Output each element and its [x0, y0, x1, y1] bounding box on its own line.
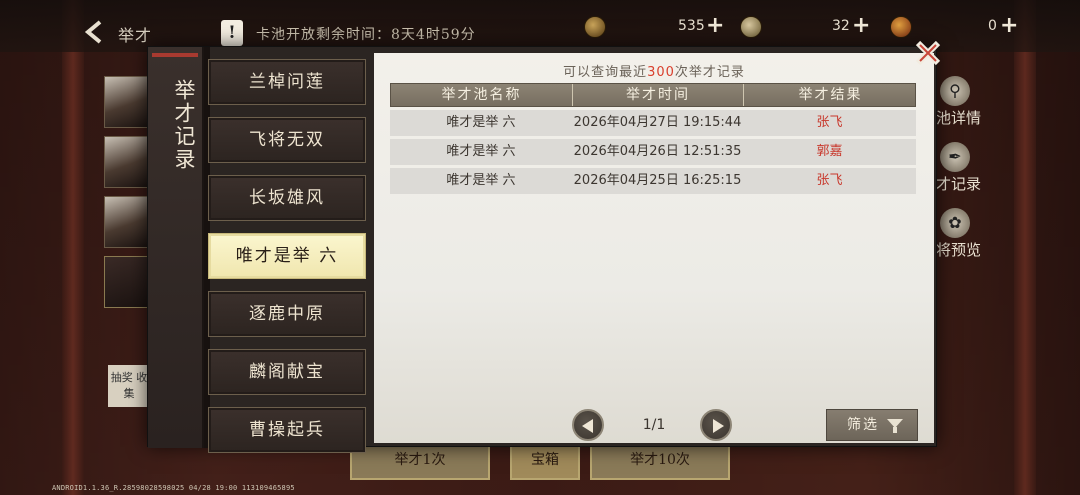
currency-tokens: 0 + — [890, 15, 1030, 38]
record-table: 举才池名称 举才时间 举才结果 唯才是举 六 2026年04月27日 19:15… — [390, 83, 916, 194]
filter-label: 筛选 — [847, 417, 879, 433]
column-header-time: 举才时间 — [573, 84, 744, 106]
chevron-left-icon — [582, 419, 593, 433]
token-icon — [890, 16, 912, 38]
next-page-button[interactable] — [700, 409, 732, 441]
hint-prefix: 可以查询最近 — [563, 65, 648, 80]
dialog-spine: 举才记录 — [148, 47, 204, 448]
character-portrait[interactable] — [104, 76, 150, 128]
cell-result: 郭嘉 — [816, 144, 843, 159]
character-portrait[interactable] — [104, 136, 150, 188]
cell-result: 张飞 — [816, 173, 843, 188]
character-portrait[interactable] — [104, 256, 150, 308]
cell-pool: 唯才是举 六 — [446, 115, 516, 130]
brush-icon: ✒ — [940, 142, 970, 172]
pool-details-label: 池详情 — [936, 109, 982, 127]
background-pillar — [1014, 0, 1036, 495]
tab-pool-4-active[interactable]: 唯才是举 六 — [208, 233, 366, 279]
character-portrait[interactable] — [104, 196, 150, 248]
spine-accent — [152, 53, 198, 57]
cell-pool: 唯才是举 六 — [446, 144, 516, 159]
version-text: ANDROID1.1.36_R.28598028598025 04/28 19:… — [52, 484, 295, 492]
cell-result: 张飞 — [816, 115, 843, 130]
column-header-result: 举才结果 — [798, 87, 863, 103]
gem-icon — [740, 16, 762, 38]
add-coins-button[interactable]: + — [706, 15, 724, 37]
pagination: 1/1 筛选 — [374, 409, 934, 441]
draw-record-dialog: 举才记录 兰棹问莲 飞将无双 长坂雄风 唯才是举 六 逐鹿中原 麟阁献宝 曹操起… — [147, 46, 937, 453]
page-title: 举才 — [118, 26, 153, 45]
table-row: 唯才是举 六 2026年04月25日 16:25:15 张飞 — [390, 168, 916, 194]
token-count: 0 — [988, 18, 997, 34]
currency-coins: 535 + — [584, 15, 724, 38]
record-panel: 可以查询最近300次举才记录 举才池名称 举才时间 举才结果 唯才是举 六 20… — [374, 53, 934, 443]
cell-time: 2026年04月27日 19:15:44 — [573, 115, 742, 130]
general-preview-label: 将预览 — [936, 241, 982, 259]
swirl-icon: ✿ — [940, 208, 970, 238]
funnel-icon — [893, 427, 897, 433]
record-hint: 可以查询最近300次举才记录 — [374, 61, 934, 80]
chevron-right-icon — [713, 419, 724, 433]
lottery-collect-badge[interactable]: 抽奖 收集 — [108, 365, 150, 407]
table-row: 唯才是举 六 2026年04月27日 19:15:44 张飞 — [390, 110, 916, 136]
tab-pool-7[interactable]: 曹操起兵 — [208, 407, 366, 453]
records-button[interactable]: ✒ 才记录 — [928, 142, 998, 208]
cell-pool: 唯才是举 六 — [446, 173, 516, 188]
notice-icon[interactable]: ! — [221, 20, 243, 46]
general-preview-button[interactable]: ✿ 将预览 — [928, 208, 998, 274]
tab-pool-5[interactable]: 逐鹿中原 — [208, 291, 366, 337]
add-gems-button[interactable]: + — [852, 15, 870, 37]
page-indicator: 1/1 — [642, 417, 666, 433]
tab-pool-1[interactable]: 兰棹问莲 — [208, 59, 366, 105]
background-pillar — [62, 0, 84, 495]
cell-time: 2026年04月26日 12:51:35 — [573, 144, 742, 159]
right-menu: ⚲ 池详情 ✒ 才记录 ✿ 将预览 — [928, 76, 998, 274]
prev-page-button[interactable] — [572, 409, 604, 441]
pool-tab-list: 兰棹问莲 飞将无双 长坂雄风 唯才是举 六 逐鹿中原 麟阁献宝 曹操起兵 — [208, 59, 368, 465]
hint-count: 300 — [647, 65, 675, 80]
bottom-actions: 举才1次 宝箱 举才10次 — [350, 440, 730, 495]
gem-count: 32 — [832, 18, 850, 34]
column-header-pool: 举才池名称 — [391, 84, 573, 106]
back-arrow-icon[interactable] — [80, 18, 108, 46]
records-label: 才记录 — [936, 175, 982, 193]
hint-suffix: 次举才记录 — [674, 65, 745, 80]
table-row: 唯才是举 六 2026年04月26日 12:51:35 郭嘉 — [390, 139, 916, 165]
table-header: 举才池名称 举才时间 举才结果 — [390, 83, 916, 107]
cell-time: 2026年04月25日 16:25:15 — [573, 173, 742, 188]
magnifier-icon: ⚲ — [940, 76, 970, 106]
close-icon[interactable] — [912, 37, 944, 69]
dialog-title: 举才记录 — [172, 79, 196, 171]
tab-pool-3[interactable]: 长坂雄风 — [208, 175, 366, 221]
add-tokens-button[interactable]: + — [1000, 15, 1018, 37]
pool-details-button[interactable]: ⚲ 池详情 — [928, 76, 998, 142]
currency-gems: 32 + — [740, 15, 880, 38]
coin-icon — [584, 16, 606, 38]
tab-pool-6[interactable]: 麟阁献宝 — [208, 349, 366, 395]
coin-count: 535 — [678, 18, 705, 34]
pool-timer-text: 卡池开放剩余时间：8天4时59分 — [256, 27, 476, 43]
tab-pool-2[interactable]: 飞将无双 — [208, 117, 366, 163]
filter-button[interactable]: 筛选 — [826, 409, 918, 441]
